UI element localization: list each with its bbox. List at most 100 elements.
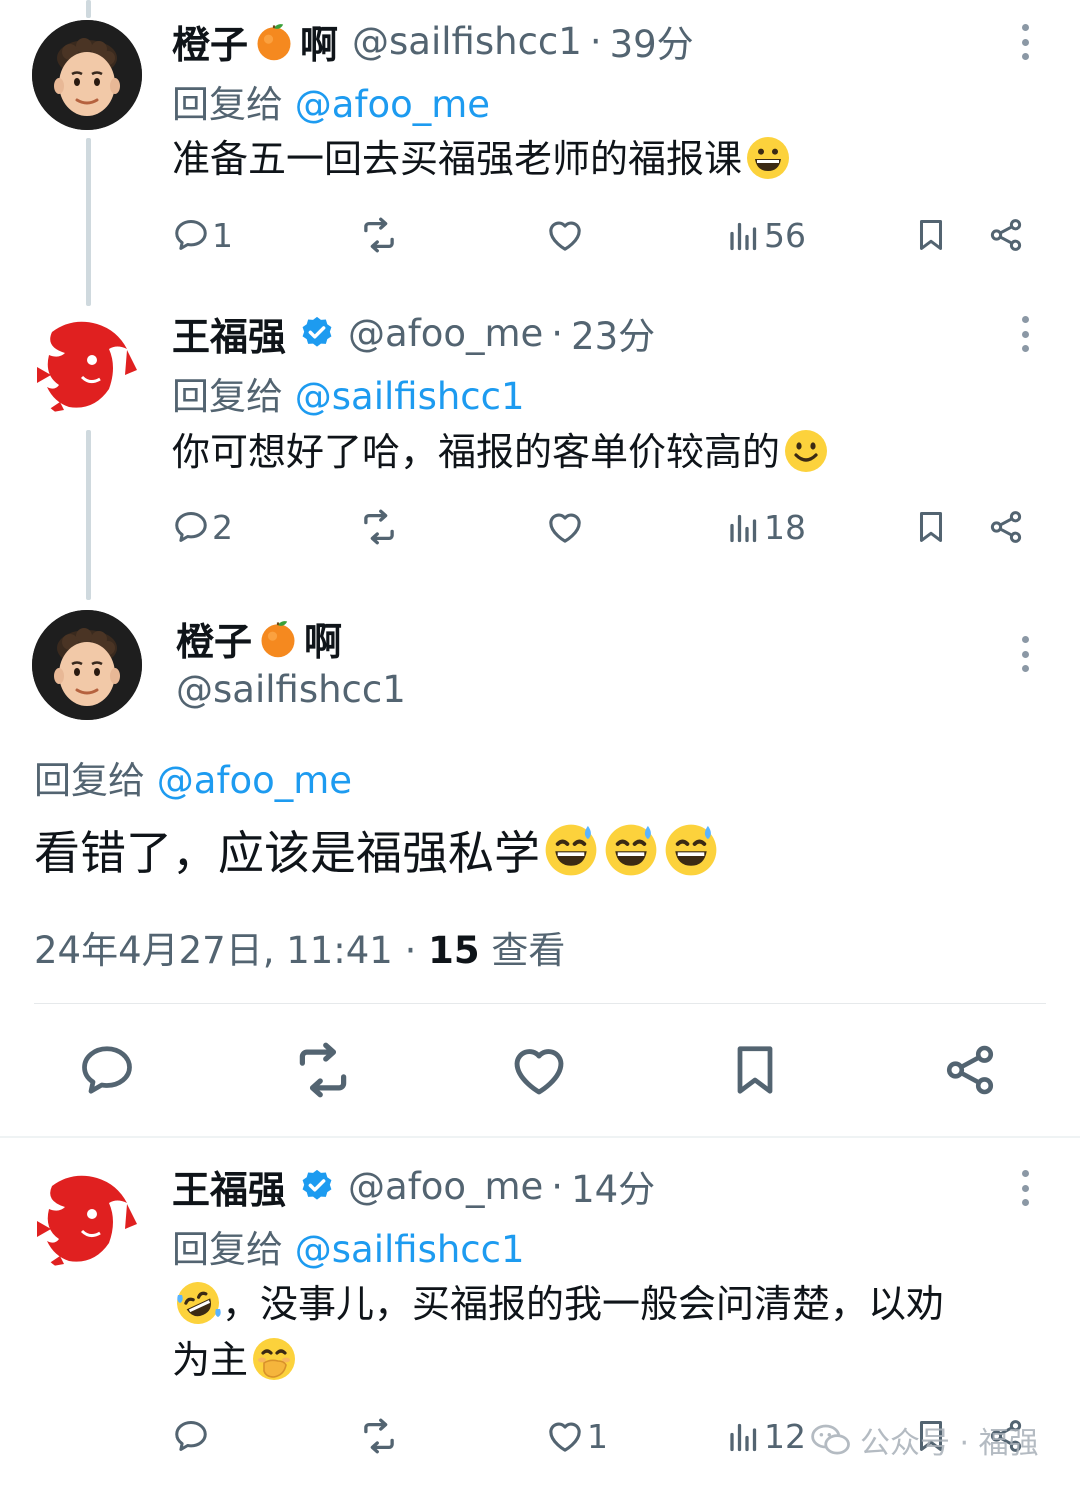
reply-button[interactable] [67,1030,147,1110]
retweet-button[interactable] [358,1406,400,1466]
like-icon [545,215,585,255]
reply-button[interactable] [172,1406,212,1466]
share-button[interactable] [930,1030,1010,1110]
more-icon[interactable] [1021,316,1029,352]
tweet-text-content: 看错了，应该是福强私学 [34,826,540,880]
like-button[interactable] [499,1030,579,1110]
share-icon [987,508,1025,546]
rofl-emoji [174,1279,222,1327]
reply-to-line: 回复给 @sailfishcc1 [172,1219,525,1273]
views-button[interactable]: 12 [726,1406,806,1466]
separator-dot: · [404,929,429,972]
display-name[interactable]: 橙子 [172,14,248,69]
reply-mention[interactable]: @afoo_me [295,83,490,126]
tweet-text: 看错了，应该是福强私学 [34,820,720,886]
like-button[interactable]: 1 [545,1406,608,1466]
avatar[interactable] [32,20,142,130]
user-handle[interactable]: @afoo_me [348,1165,543,1208]
like-icon [508,1039,570,1101]
thread-line [86,138,91,306]
bookmark-icon [912,508,950,546]
view-count: 12 [764,1416,806,1456]
tweet-text-line: ，没事儿，买福报的我一般会问清楚，以劝 [172,1276,1022,1332]
like-button[interactable] [545,497,585,557]
hand-over-mouth-emoji [250,1335,298,1383]
retweet-button[interactable] [358,205,400,265]
view-count: 56 [764,215,806,255]
user-handle[interactable]: @afoo_me [348,312,543,355]
like-icon [545,1416,585,1456]
tweet-text-content: 为主 [172,1338,249,1382]
share-icon [941,1041,999,1099]
tweet-text-content: 准备五一回去买福强老师的福报课 [172,137,743,181]
tweet-text-line: 为主 [172,1332,1022,1388]
more-icon[interactable] [1021,636,1029,672]
retweet-icon [358,506,400,548]
timestamp[interactable]: 39分 [610,14,694,68]
user-handle-line: @sailfishcc1 [176,668,406,711]
tweet-text: 准备五一回去买福强老师的福报课 [172,131,792,187]
display-name[interactable]: 王福强 [172,1159,286,1214]
reply-mention[interactable]: @afoo_me [157,759,352,802]
display-name[interactable]: 王福强 [172,306,286,361]
share-button[interactable] [987,497,1025,557]
share-icon [987,216,1025,254]
tweet-text: ，没事儿，买福报的我一般会问清楚，以劝 为主 [172,1276,1022,1388]
retweet-button[interactable] [358,497,400,557]
avatar[interactable] [32,312,142,422]
bookmark-button[interactable] [715,1030,795,1110]
tweet-date[interactable]: 24年4月27日, 11:41 [34,929,393,972]
user-handle[interactable]: @sailfishcc1 [176,668,406,711]
reply-mention[interactable]: @sailfishcc1 [295,1228,525,1271]
display-name-suffix[interactable]: 啊 [300,14,338,69]
reply-button[interactable]: 2 [172,497,233,557]
tweet-header: 橙子 啊 [176,611,342,666]
display-name-suffix[interactable]: 啊 [304,611,342,666]
tweet-actions: 1 56 [172,205,1032,265]
views-icon [726,1418,762,1454]
more-icon[interactable] [1021,24,1029,60]
tweet-header: 橙子 啊 @sailfishcc1 · 39分 [172,14,694,69]
share-button[interactable] [987,205,1025,265]
like-button[interactable] [545,205,585,265]
tweet-actions: 2 18 [172,497,1032,557]
avatar[interactable] [32,1166,142,1276]
views-button[interactable]: 18 [726,497,806,557]
bookmark-icon [725,1040,785,1100]
watermark-text: 公众号 · 福强 [860,1426,1039,1461]
user-handle[interactable]: @sailfishcc1 [352,20,582,63]
view-count: 15 [428,929,480,972]
sweat-smile-emoji [662,821,720,879]
views-button[interactable]: 56 [726,205,806,265]
tweet-text: 你可想好了哈，福报的客单价较高的 [172,424,830,480]
reply-to-line: 回复给 @afoo_me [34,750,352,804]
tweet-header: 王福强 @afoo_me · 23分 [172,306,655,361]
orange-emoji [256,616,300,660]
divider [34,1003,1046,1004]
focused-tweet-actions [0,1030,1080,1110]
avatar[interactable] [32,610,142,720]
reply-mention[interactable]: @sailfishcc1 [295,375,525,418]
more-icon[interactable] [1021,1170,1029,1206]
bookmark-button[interactable] [912,205,950,265]
sweat-smile-emoji [542,821,600,879]
tweet-text-content: 你可想好了哈，福报的客单价较高的 [172,430,781,474]
separator-dot: · [551,311,564,355]
reply-prefix: 回复给 [172,83,283,126]
orange-emoji [252,19,296,63]
views-icon [726,509,762,545]
retweet-button[interactable] [283,1030,363,1110]
timestamp[interactable]: 23分 [571,306,655,360]
timestamp[interactable]: 14分 [571,1159,655,1213]
bookmark-button[interactable] [912,497,950,557]
reply-to-line: 回复给 @afoo_me [172,74,490,128]
reply-icon [77,1040,137,1100]
like-icon [545,507,585,547]
separator-dot: · [551,1164,564,1208]
reply-button[interactable]: 1 [172,205,233,265]
tweet-text-content: ，没事儿，买福报的我一般会问清楚，以劝 [222,1282,945,1326]
verified-icon [298,314,336,352]
display-name[interactable]: 橙子 [176,611,252,666]
like-count: 1 [587,1416,608,1456]
retweet-icon [290,1037,356,1103]
